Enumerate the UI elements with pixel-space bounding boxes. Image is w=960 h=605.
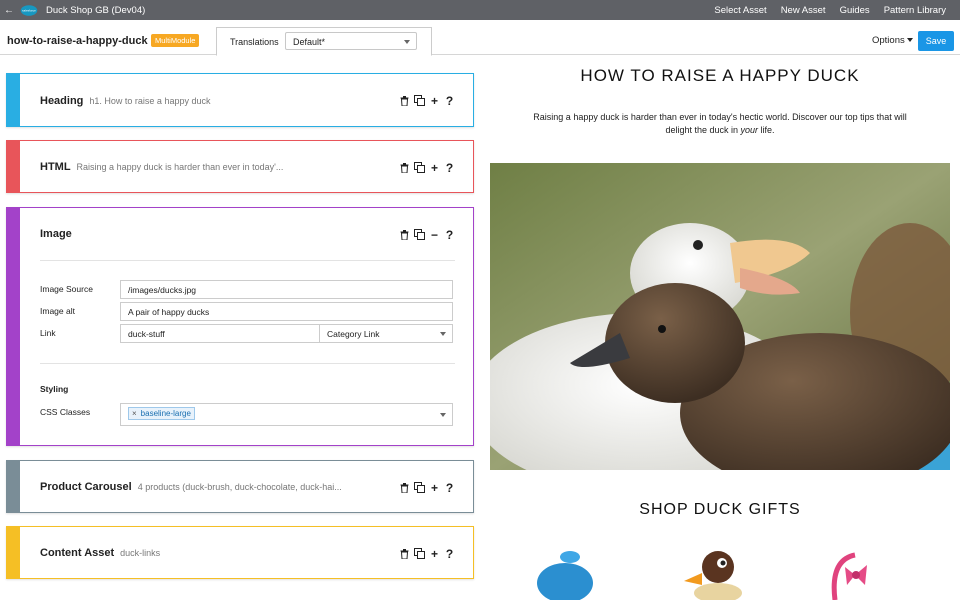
divider: [40, 260, 455, 261]
editor-toolbar: how-to-raise-a-happy-duck MultiModule Tr…: [0, 20, 960, 56]
minus-icon[interactable]: −: [429, 228, 440, 242]
remove-tag-icon[interactable]: ×: [132, 409, 137, 418]
plus-icon[interactable]: +: [429, 161, 440, 175]
top-nav: Select Asset New Asset Guides Pattern Li…: [714, 5, 960, 16]
module-card-heading[interactable]: Heading h1. How to raise a happy duck + ?: [6, 73, 474, 127]
copy-icon[interactable]: [414, 95, 425, 106]
copy-icon[interactable]: [414, 482, 425, 493]
nav-new-asset[interactable]: New Asset: [781, 5, 826, 16]
module-summary: h1. How to raise a happy duck: [89, 96, 211, 106]
help-icon[interactable]: ?: [444, 481, 455, 495]
translations-tab: Translations Default*: [216, 27, 432, 56]
image-alt-input[interactable]: A pair of happy ducks: [120, 302, 453, 321]
options-menu[interactable]: Options: [872, 35, 913, 46]
product-duck-headband[interactable]: [825, 545, 895, 601]
product-duck-brush[interactable]: [535, 545, 605, 603]
translations-label: Translations: [230, 37, 279, 47]
translations-select[interactable]: Default*: [285, 32, 417, 50]
module-color-stripe: [6, 73, 20, 127]
page-slug: how-to-raise-a-happy-duck: [7, 35, 148, 47]
image-source-input[interactable]: /images/ducks.jpg: [120, 280, 453, 299]
divider: [40, 363, 455, 364]
module-color-stripe: [6, 526, 20, 579]
module-title: Heading h1. How to raise a happy duck: [40, 95, 211, 107]
plus-icon[interactable]: +: [429, 547, 440, 561]
preview-duck-image: [490, 163, 950, 470]
trash-icon[interactable]: [399, 162, 410, 173]
module-summary: Raising a happy duck is harder than ever…: [76, 162, 284, 172]
css-class-tag-label: baseline-large: [140, 409, 191, 418]
module-card-content-asset[interactable]: Content Asset duck-links + ?: [6, 526, 474, 579]
help-icon[interactable]: ?: [444, 547, 455, 561]
translations-value: Default*: [293, 37, 326, 47]
module-color-stripe: [6, 207, 20, 446]
module-actions: + ?: [395, 547, 455, 561]
image-source-label: Image Source: [40, 284, 93, 294]
copy-icon[interactable]: [414, 162, 425, 173]
link-type-select[interactable]: Category Link: [319, 324, 453, 343]
copy-icon[interactable]: [414, 548, 425, 559]
module-title[interactable]: Image: [40, 228, 72, 240]
module-card-product-carousel[interactable]: Product Carousel 4 products (duck-brush, …: [6, 460, 474, 513]
svg-text:salesforce: salesforce: [22, 8, 36, 12]
options-label: Options: [872, 35, 905, 46]
link-label: Link: [40, 328, 56, 338]
link-input[interactable]: duck-stuff: [120, 324, 320, 343]
trash-icon[interactable]: [399, 95, 410, 106]
module-actions: + ?: [395, 481, 455, 495]
module-actions: − ?: [395, 228, 455, 242]
chevron-down-icon: [440, 413, 446, 417]
product-duck-chocolate[interactable]: [680, 545, 750, 603]
save-button[interactable]: Save: [918, 31, 954, 51]
css-class-tag[interactable]: × baseline-large: [128, 407, 195, 420]
preview-title: HOW TO RAISE A HAPPY DUCK: [580, 66, 860, 85]
css-classes-input[interactable]: × baseline-large: [120, 403, 453, 426]
nav-guides[interactable]: Guides: [840, 5, 870, 16]
help-icon[interactable]: ?: [444, 161, 455, 175]
module-title: HTML Raising a happy duck is harder than …: [40, 161, 284, 173]
caret-down-icon: [906, 38, 913, 43]
trash-icon[interactable]: [399, 482, 410, 493]
module-actions: + ?: [395, 161, 455, 175]
preview-intro: Raising a happy duck is harder than ever…: [533, 112, 907, 135]
module-title: Content Asset duck-links: [40, 547, 161, 559]
top-bar: ← salesforce Duck Shop GB (Dev04) Select…: [0, 0, 960, 20]
css-classes-label: CSS Classes: [40, 407, 91, 417]
app-title: Duck Shop GB (Dev04): [46, 4, 146, 16]
module-color-stripe: [6, 140, 20, 193]
help-icon[interactable]: ?: [444, 94, 455, 108]
module-card-image: Image − ? Image Source /images/ducks.jpg…: [6, 207, 474, 446]
help-icon[interactable]: ?: [444, 228, 455, 242]
module-color-stripe: [6, 460, 20, 513]
preview-shop-heading: SHOP DUCK GIFTS: [639, 501, 801, 518]
chevron-down-icon: [440, 332, 446, 336]
styling-heading: Styling: [40, 384, 69, 394]
module-actions: + ?: [395, 94, 455, 108]
trash-icon[interactable]: [399, 548, 410, 559]
trash-icon[interactable]: [399, 229, 410, 240]
back-arrow-icon[interactable]: ←: [0, 5, 18, 16]
plus-icon[interactable]: +: [429, 94, 440, 108]
module-card-html[interactable]: HTML Raising a happy duck is harder than …: [6, 140, 474, 193]
nav-pattern-library[interactable]: Pattern Library: [884, 5, 946, 16]
plus-icon[interactable]: +: [429, 481, 440, 495]
chevron-down-icon: [404, 40, 410, 44]
module-summary: 4 products (duck-brush, duck-chocolate, …: [137, 482, 342, 492]
module-summary: duck-links: [120, 548, 161, 558]
link-type-value: Category Link: [327, 329, 380, 339]
image-alt-label: Image alt: [40, 306, 75, 316]
copy-icon[interactable]: [414, 229, 425, 240]
nav-select-asset[interactable]: Select Asset: [714, 5, 766, 16]
module-title: Product Carousel 4 products (duck-brush, …: [40, 481, 342, 493]
module-type-badge: MultiModule: [151, 34, 200, 47]
salesforce-logo: salesforce: [20, 4, 38, 16]
